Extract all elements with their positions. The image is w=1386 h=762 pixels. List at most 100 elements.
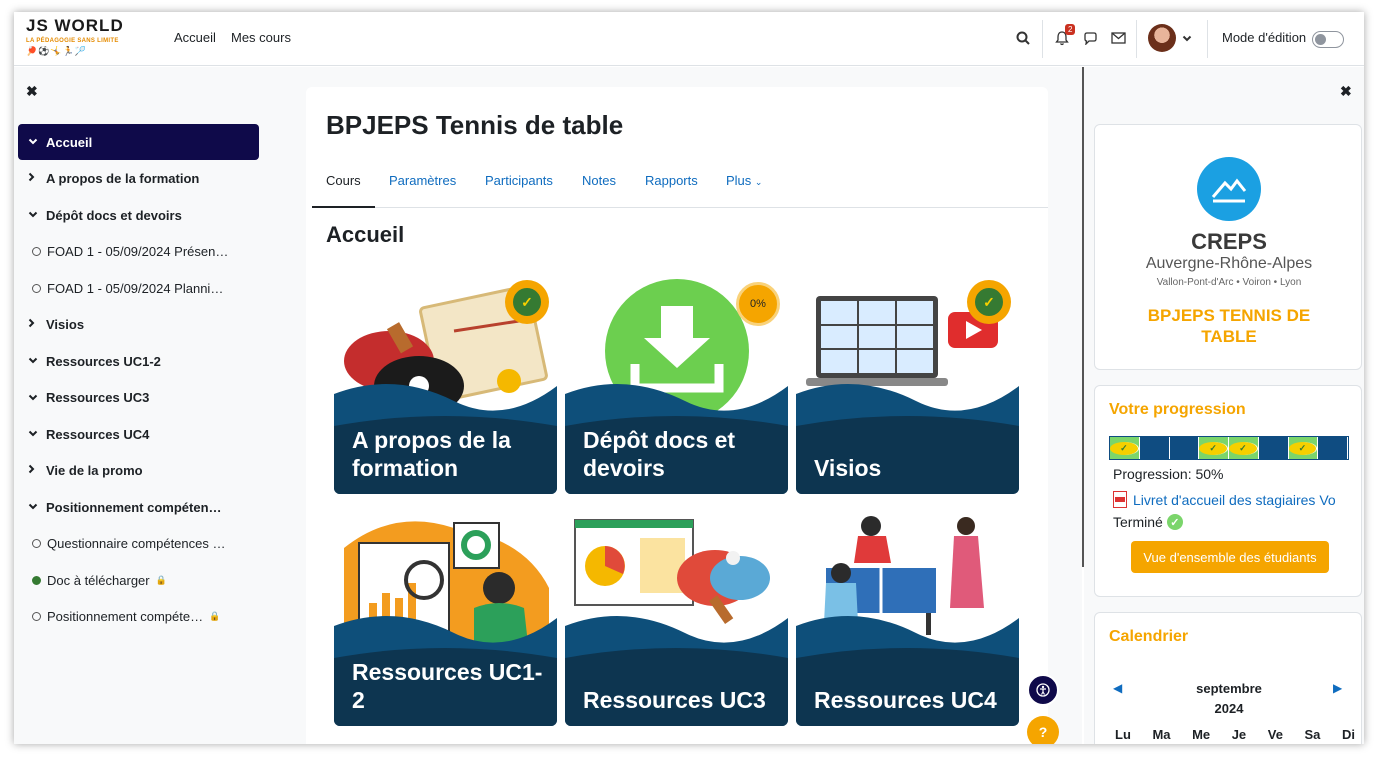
course-index-section[interactable]: A propos de la formation (18, 161, 259, 197)
tile-ressources-uc4[interactable]: Ressources UC4 (796, 508, 1019, 726)
course-index-section[interactable]: Accueil (18, 124, 259, 160)
creps-sites: Vallon-Pont-d'Arc • Voiron • Lyon (1156, 277, 1302, 288)
progress-segment-incomplete[interactable] (1169, 437, 1200, 459)
nav-divider (1136, 20, 1137, 58)
tile-depot-docs[interactable]: 0% Dépôt docs et devoirs (565, 276, 788, 494)
progress-segment-complete[interactable]: ✓ (1288, 437, 1319, 459)
progress-segment-incomplete[interactable] (1258, 437, 1289, 459)
chevron-right-icon[interactable] (28, 318, 46, 331)
chevron-down-icon[interactable] (28, 209, 46, 221)
next-month-icon[interactable]: ▶ (1333, 681, 1342, 695)
notification-count-badge: 2 (1065, 24, 1076, 35)
tile-ressources-uc1-2[interactable]: Ressources UC1-2 (334, 508, 557, 726)
progress-segment-complete[interactable]: ✓ (1110, 437, 1140, 459)
tab-parametres[interactable]: Paramètres (389, 173, 456, 188)
tab-label: Plus (726, 173, 752, 188)
course-index-section[interactable]: Positionnement compéten… (18, 489, 259, 525)
course-index-section[interactable]: Ressources UC1-2 (18, 343, 259, 379)
progress-segment-incomplete[interactable] (1139, 437, 1170, 459)
tab-cours[interactable]: Cours (326, 173, 361, 188)
tile-a-propos[interactable]: ✓ A propos de la formation (334, 276, 557, 494)
completion-check-badge: ✓ (505, 280, 549, 324)
course-index-label: Doc à télécharger (47, 572, 150, 588)
nav-divider (1207, 20, 1208, 58)
course-index-section[interactable]: Ressources UC3 (18, 380, 259, 416)
weekday-label: Lu (1115, 727, 1131, 742)
weekday-label: Di (1341, 727, 1355, 742)
chevron-down-icon[interactable] (28, 501, 46, 513)
chevron-down-icon[interactable] (28, 136, 46, 148)
check-icon: ✓ (972, 285, 1006, 319)
course-index-label: Ressources UC1-2 (46, 353, 161, 369)
tab-participants[interactable]: Participants (485, 173, 553, 188)
progress-activity-row: Livret d'accueil des stagiaires Vo (1113, 491, 1336, 508)
progress-activity-link[interactable]: Livret d'accueil des stagiaires Vo (1133, 492, 1336, 508)
incomplete-circle-icon (32, 247, 41, 256)
creps-course-name: BPJEPS TENNIS DE TABLE (1147, 306, 1311, 346)
top-navbar: JS WORLD LA PÉDAGOGIE SANS LIMITE 🏓⚽🤸🏃🏸 … (14, 12, 1364, 66)
progress-bar: ✓ ✓ ✓ ✓ (1109, 436, 1349, 460)
course-index-label: Visios (46, 317, 85, 332)
logo-tagline: LA PÉDAGOGIE SANS LIMITE (26, 38, 119, 44)
students-overview-button[interactable]: Vue d'ensemble des étudiants (1131, 541, 1329, 573)
progress-block: Votre progression ✓ ✓ ✓ ✓ Progression: 50% … (1094, 385, 1362, 597)
course-index-label: Questionnaire compétences … (47, 536, 226, 551)
chevron-down-icon: ⌄ (754, 177, 763, 187)
nav-link-mes-cours[interactable]: Mes cours (231, 30, 291, 45)
progress-segment-incomplete[interactable] (1318, 437, 1348, 459)
course-tabs: Cours Paramètres Participants Notes Rapp… (312, 167, 1048, 208)
messages-bubble-icon[interactable] (1080, 28, 1100, 48)
completion-status-label: Terminé (1113, 514, 1163, 530)
creps-logo-block: CREPS Auvergne-Rhône-Alpes Vallon-Pont-d… (1094, 124, 1362, 370)
course-index-label: Ressources UC3 (46, 390, 150, 405)
edit-mode-toggle[interactable] (1312, 31, 1344, 48)
incomplete-circle-icon (32, 612, 41, 621)
course-index-section[interactable]: Ressources UC4 (18, 416, 259, 452)
chevron-right-icon[interactable] (28, 172, 46, 185)
tile-ressources-uc3[interactable]: Ressources UC3 (565, 508, 788, 726)
calendar-month: septembre (1196, 681, 1262, 696)
course-index-label: A propos de la formation (46, 171, 200, 186)
course-index-activity[interactable]: FOAD 1 - 05/09/2024 Planni… (18, 270, 259, 306)
course-index-section[interactable]: Vie de la promo (18, 453, 259, 489)
tab-label: Cours (326, 173, 361, 188)
help-question-icon[interactable]: ? (1027, 716, 1059, 744)
course-index-activity[interactable]: Positionnement compéte… 🔒 (18, 599, 259, 635)
page-title: BPJEPS Tennis de table (326, 110, 624, 140)
chevron-down-icon[interactable] (28, 392, 46, 404)
tile-visios[interactable]: ✓ Visios (796, 276, 1019, 494)
check-icon: ✓ (1288, 441, 1318, 455)
user-avatar[interactable] (1148, 24, 1176, 52)
progress-block-title: Votre progression (1109, 401, 1246, 418)
course-index-activity[interactable]: Doc à télécharger 🔒 (18, 562, 259, 598)
progress-segment-complete[interactable]: ✓ (1199, 437, 1229, 459)
chevron-right-icon[interactable] (28, 464, 46, 477)
edit-mode-label: Mode d'édition (1222, 30, 1307, 45)
section-title: Accueil (326, 222, 405, 247)
course-index-label: FOAD 1 - 05/09/2024 Présen… (47, 244, 229, 259)
course-index-activity[interactable]: FOAD 1 - 05/09/2024 Présen… (18, 234, 259, 270)
chevron-down-icon[interactable] (28, 355, 46, 367)
tab-plus[interactable]: Plus ⌄ (726, 173, 762, 188)
close-drawer-icon[interactable]: ✖ (1340, 83, 1352, 100)
course-index-section[interactable]: Dépôt docs et devoirs (18, 197, 259, 233)
tab-notes[interactable]: Notes (582, 173, 616, 188)
course-index-section[interactable]: Visios (18, 307, 259, 343)
chevron-down-icon[interactable] (1177, 28, 1197, 48)
accessibility-icon[interactable] (1027, 674, 1059, 706)
lock-icon: 🔒 (155, 574, 167, 585)
site-logo[interactable]: JS WORLD LA PÉDAGOGIE SANS LIMITE 🏓⚽🤸🏃🏸 (26, 16, 138, 62)
calendar-year: 2024 (1214, 701, 1244, 716)
nav-link-accueil[interactable]: Accueil (174, 30, 216, 45)
search-icon[interactable] (1013, 28, 1033, 48)
chevron-down-icon[interactable] (28, 428, 46, 440)
mail-envelope-icon[interactable] (1108, 28, 1128, 48)
tab-rapports[interactable]: Rapports (645, 173, 698, 188)
close-drawer-icon[interactable]: ✖ (26, 83, 38, 100)
course-index-activity[interactable]: Questionnaire compétences … (18, 526, 259, 562)
creps-name: CREPS (1191, 229, 1267, 254)
progress-segment-complete[interactable]: ✓ (1229, 437, 1259, 459)
course-index-label: Positionnement compéten… (46, 499, 222, 515)
course-index-label: FOAD 1 - 05/09/2024 Planni… (47, 280, 224, 296)
course-index-label: Vie de la promo (46, 463, 143, 478)
